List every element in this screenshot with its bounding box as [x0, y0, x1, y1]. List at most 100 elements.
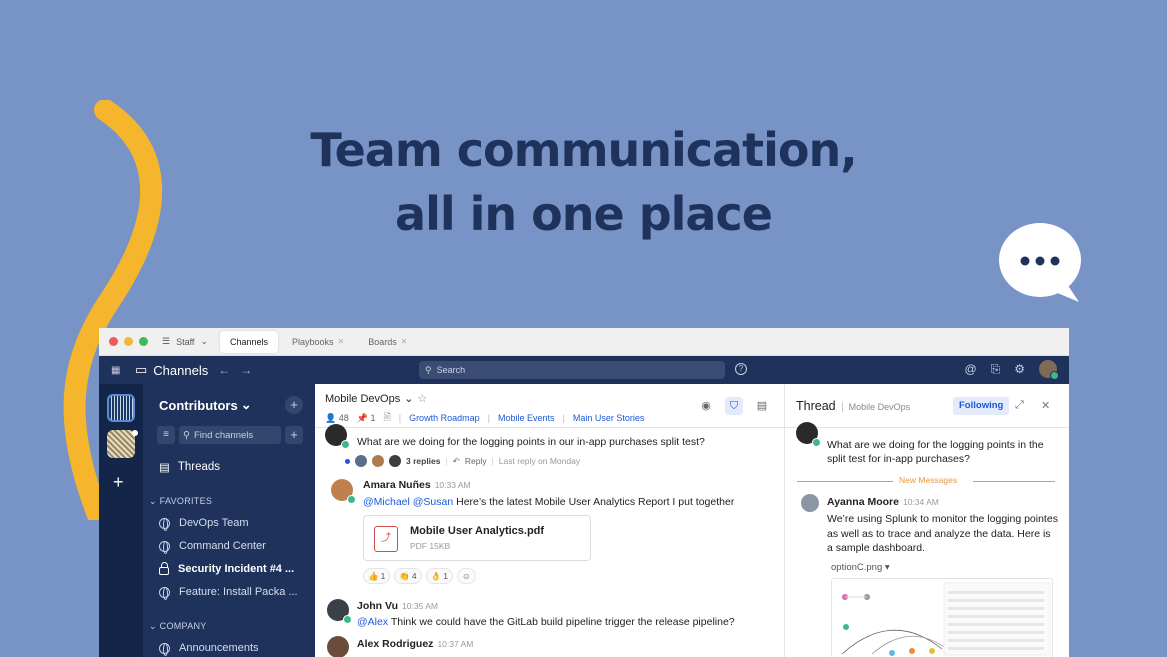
close-icon[interactable]: ✕ — [1041, 399, 1050, 412]
call-icon[interactable]: ◉ — [697, 397, 715, 415]
bookmark-growth-roadmap[interactable]: Growth Roadmap — [409, 413, 480, 423]
timestamp[interactable]: 10:33 AM — [435, 480, 471, 490]
file-name: Mobile User Analytics.pdf — [410, 525, 545, 537]
saved-icon[interactable]: ⎘ — [991, 362, 1001, 377]
reactions: 👍 1 👏 4 👌 1 ☺ — [363, 568, 476, 584]
thread-channel[interactable]: Mobile DevOps — [841, 402, 910, 412]
find-channels-input[interactable]: ⚲ Find channels — [179, 426, 281, 444]
channel-meta: 👤 48 📌 1 🗎 | Growth Roadmap | Mobile Eve… — [325, 410, 644, 426]
new-messages-label: New Messages — [899, 475, 958, 485]
reaction-clap[interactable]: 👏 4 — [394, 568, 422, 584]
workspace-switcher[interactable]: ☰ Staff ⌄ — [162, 336, 208, 347]
add-channel-button[interactable]: + — [285, 396, 303, 414]
maximize-window-button[interactable] — [139, 337, 148, 346]
bookmark-mobile-events[interactable]: Mobile Events — [498, 413, 555, 423]
following-button[interactable]: Following — [953, 397, 1010, 415]
pinned-count[interactable]: 📌 1 — [357, 413, 376, 424]
thread-panel: Thread Mobile DevOps Following ⤢ ✕ What … — [785, 384, 1069, 657]
back-arrow-icon[interactable]: ← — [218, 363, 230, 377]
timestamp[interactable]: 10:34 AM — [903, 497, 939, 507]
chevron-down-icon: ⌄ — [149, 496, 157, 506]
thread-replies-bar[interactable]: 3 replies | ↶ Reply | Last reply on Mond… — [345, 455, 580, 467]
settings-gear-icon[interactable]: ⚙ — [1014, 362, 1025, 376]
channel-name-menu[interactable]: Mobile DevOps ⌄ ☆ — [325, 392, 427, 406]
avatar — [372, 455, 384, 467]
attachment-name[interactable]: optionC.png ▾ — [831, 562, 890, 573]
author-name[interactable]: John Vu — [357, 600, 398, 612]
avatar[interactable] — [325, 424, 350, 449]
team-menu[interactable]: Contributors ⌄ — [159, 397, 252, 413]
file-attachment[interactable]: ⤴ Mobile User Analytics.pdf PDF 15KB — [363, 515, 591, 561]
sidebar-item-devops-team[interactable]: DevOps Team — [159, 517, 249, 531]
favorite-star-icon[interactable]: ☆ — [417, 392, 427, 405]
security-shield-icon[interactable]: ⛉ — [725, 397, 743, 415]
files-icon[interactable]: 🗎 — [383, 410, 390, 426]
reply-link[interactable]: Reply — [465, 456, 487, 466]
sidebar-item-feature-install[interactable]: Feature: Install Packa ... — [159, 586, 298, 600]
help-icon[interactable]: ? — [735, 363, 747, 375]
divider: | — [445, 456, 448, 466]
lock-icon — [159, 562, 169, 575]
globe-icon — [159, 642, 170, 656]
search-input[interactable]: ⚲ Search — [419, 361, 725, 379]
add-team-icon[interactable]: + — [113, 472, 124, 493]
close-icon[interactable]: ✕ — [401, 337, 408, 346]
avatar[interactable] — [801, 494, 819, 512]
mention[interactable]: @Alex — [357, 616, 388, 628]
channel-label: DevOps Team — [179, 517, 249, 529]
search-placeholder: Search — [436, 365, 466, 375]
reaction-thumbs-up[interactable]: 👍 1 — [363, 568, 391, 584]
section-label: FAVORITES — [159, 496, 213, 506]
expand-icon[interactable]: ⤢ — [1015, 399, 1024, 412]
team-name: Contributors — [159, 397, 238, 413]
company-section-header[interactable]: ⌄ COMPANY — [149, 621, 207, 632]
sidebar-item-security-incident[interactable]: Security Incident #4 ... — [159, 562, 294, 575]
replies-count[interactable]: 3 replies — [406, 456, 441, 466]
dashboard-image-preview[interactable] — [831, 578, 1053, 657]
mentions-icon[interactable]: @ — [964, 362, 976, 376]
tab-playbooks[interactable]: Playbooks ✕ — [282, 331, 354, 353]
bookmark-main-user-stories[interactable]: Main User Stories — [573, 413, 645, 423]
reaction-ok[interactable]: 👌 1 — [425, 568, 453, 584]
team-icon-contributors[interactable] — [107, 394, 135, 422]
avatar[interactable] — [331, 479, 356, 504]
filter-icon[interactable]: ≡ — [157, 426, 175, 444]
threads-label: Threads — [177, 461, 221, 473]
author-name[interactable]: Amara Nuñes — [363, 479, 431, 491]
author-name[interactable]: Alex Rodriguez — [357, 638, 433, 650]
tab-boards[interactable]: Boards ✕ — [358, 331, 417, 353]
channel-info-icon[interactable]: ▤ — [753, 397, 771, 415]
minimize-window-button[interactable] — [124, 337, 133, 346]
search-icon: ⚲ — [183, 429, 190, 441]
message-body: @Michael @Susan Here’s the latest Mobile… — [363, 496, 734, 508]
create-button[interactable]: + — [285, 426, 303, 444]
sidebar-item-threads[interactable]: ▤ Threads — [159, 460, 220, 474]
user-avatar[interactable] — [1039, 360, 1059, 380]
avatar[interactable] — [327, 599, 352, 624]
add-reaction-icon[interactable]: ☺ — [456, 568, 476, 584]
workspace-name: Staff — [176, 336, 195, 347]
chevron-down-icon: ▾ — [884, 562, 890, 573]
close-window-button[interactable] — [109, 337, 118, 346]
forward-arrow-icon[interactable]: → — [240, 363, 252, 377]
author-name[interactable]: Ayanna Moore — [827, 496, 899, 508]
hero-line-1: Team communication, — [310, 123, 857, 177]
tab-channels[interactable]: Channels — [219, 330, 279, 353]
mention[interactable]: @Michael @Susan — [363, 496, 453, 508]
reaction-count: 4 — [411, 571, 417, 581]
favorites-section-header[interactable]: ⌄ FAVORITES — [149, 496, 212, 507]
avatar[interactable] — [796, 422, 821, 447]
chevron-down-icon: ⌄ — [149, 621, 157, 631]
sidebar-item-announcements[interactable]: Announcements — [159, 642, 259, 656]
sidebar-item-command-center[interactable]: Command Center — [159, 540, 266, 554]
avatar[interactable] — [327, 636, 349, 657]
pinned-count-value: 1 — [370, 412, 376, 423]
product-menu-icon[interactable]: ▦ — [111, 365, 125, 376]
chat-bubble-icon — [999, 223, 1081, 302]
emoji: 👌 — [430, 570, 442, 581]
members-count[interactable]: 👤 48 — [325, 413, 349, 424]
close-icon[interactable]: ✕ — [338, 337, 345, 346]
team-icon-other[interactable] — [107, 430, 135, 458]
timestamp[interactable]: 10:35 AM — [402, 601, 438, 611]
timestamp[interactable]: 10:37 AM — [437, 639, 473, 649]
